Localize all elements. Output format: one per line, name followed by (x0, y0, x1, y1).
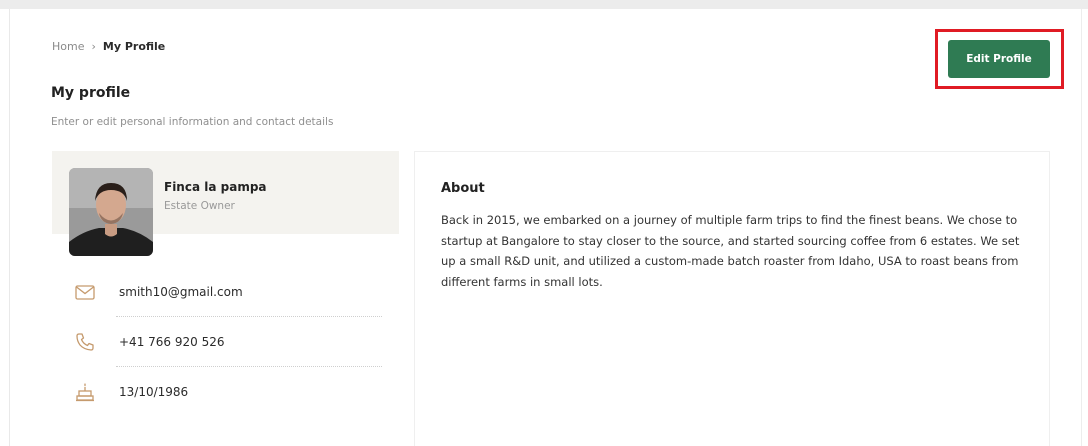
contact-phone-row: +41 766 920 526 (72, 330, 384, 354)
profile-name: Finca la pampa (164, 180, 267, 194)
cake-icon (72, 380, 98, 404)
profile-role: Estate Owner (164, 200, 235, 212)
phone-icon (72, 330, 98, 354)
breadcrumb-current: My Profile (102, 40, 166, 53)
breadcrumb-home-link[interactable]: Home (52, 40, 84, 53)
about-title: About (441, 181, 485, 196)
avatar-photo (69, 168, 153, 256)
page-title: My profile (51, 85, 131, 101)
mail-icon (72, 280, 98, 304)
left-border (9, 9, 10, 446)
divider (116, 366, 382, 367)
contact-phone[interactable]: +41 766 920 526 (119, 335, 224, 349)
avatar (69, 168, 153, 256)
divider (116, 316, 382, 317)
right-border (1081, 9, 1082, 446)
top-divider (0, 0, 1088, 9)
page-subtitle: Enter or edit personal information and c… (51, 116, 334, 128)
edit-profile-button[interactable]: Edit Profile (948, 40, 1050, 78)
breadcrumb: Home › My Profile (52, 40, 165, 53)
contact-email-row: smith10@gmail.com (72, 280, 384, 304)
contact-birthdate-row: 13/10/1986 (72, 380, 384, 404)
about-card (414, 151, 1050, 446)
breadcrumb-separator: › (91, 40, 96, 53)
contact-birthdate: 13/10/1986 (119, 385, 189, 399)
contact-email[interactable]: smith10@gmail.com (119, 285, 243, 299)
about-text: Back in 2015, we embarked on a journey o… (441, 213, 1020, 289)
